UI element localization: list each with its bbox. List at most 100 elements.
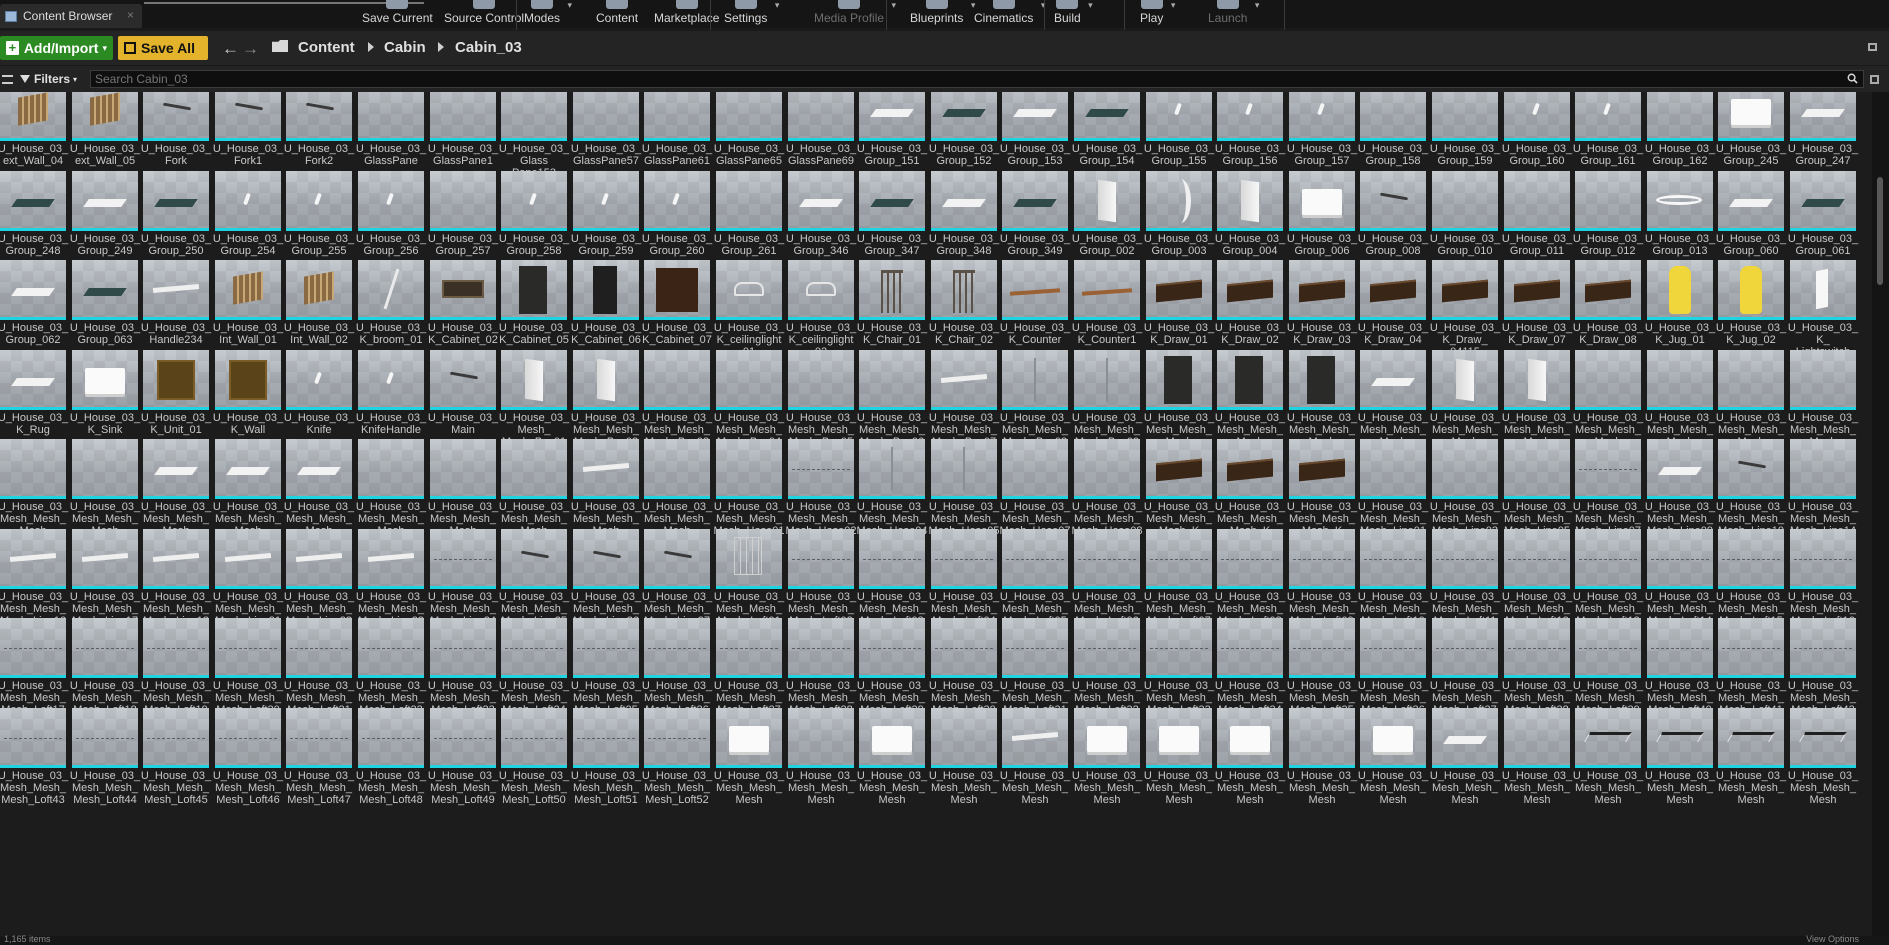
asset-thumbnail[interactable] bbox=[1289, 171, 1355, 231]
asset-thumbnail[interactable] bbox=[1146, 529, 1212, 589]
asset-tile[interactable]: U_House_03_ Mesh_Mesh_ Mesh bbox=[714, 708, 784, 816]
asset-thumbnail[interactable] bbox=[430, 171, 496, 231]
asset-thumbnail[interactable] bbox=[573, 350, 639, 410]
asset-thumbnail[interactable] bbox=[72, 92, 138, 141]
toolbar-settings-button[interactable]: Settings ▾ bbox=[724, 0, 779, 30]
asset-thumbnail[interactable] bbox=[0, 529, 66, 589]
asset-thumbnail[interactable] bbox=[1575, 92, 1641, 141]
asset-thumbnail[interactable] bbox=[1360, 171, 1426, 231]
asset-thumbnail[interactable] bbox=[931, 92, 997, 141]
asset-thumbnail[interactable] bbox=[644, 618, 710, 678]
asset-thumbnail[interactable] bbox=[72, 708, 138, 768]
asset-thumbnail[interactable] bbox=[1504, 350, 1570, 410]
asset-thumbnail[interactable] bbox=[430, 92, 496, 141]
asset-thumbnail[interactable] bbox=[501, 618, 567, 678]
asset-thumbnail[interactable] bbox=[1074, 708, 1140, 768]
asset-thumbnail[interactable] bbox=[1002, 92, 1068, 141]
add-import-button[interactable]: + Add/Import ▾ bbox=[0, 36, 113, 60]
asset-thumbnail[interactable] bbox=[1074, 529, 1140, 589]
asset-tile[interactable]: U_House_03_ Mesh_Mesh_ Mesh bbox=[1358, 708, 1428, 816]
asset-thumbnail[interactable] bbox=[1575, 708, 1641, 768]
asset-thumbnail[interactable] bbox=[358, 618, 424, 678]
asset-thumbnail[interactable] bbox=[72, 260, 138, 320]
asset-thumbnail[interactable] bbox=[0, 171, 66, 231]
asset-thumbnail[interactable] bbox=[1289, 708, 1355, 768]
toolbar-content-button[interactable]: Content bbox=[596, 0, 638, 30]
asset-thumbnail[interactable] bbox=[1504, 439, 1570, 499]
asset-tile[interactable]: U_House_03_ Mesh_Mesh_ Mesh bbox=[786, 708, 856, 816]
asset-thumbnail[interactable] bbox=[215, 171, 281, 231]
asset-thumbnail[interactable] bbox=[72, 171, 138, 231]
asset-thumbnail[interactable] bbox=[573, 439, 639, 499]
toolbar-media-profile-button[interactable]: Media Profile ▾ bbox=[814, 0, 896, 30]
asset-thumbnail[interactable] bbox=[0, 618, 66, 678]
asset-thumbnail[interactable] bbox=[1002, 439, 1068, 499]
asset-thumbnail[interactable] bbox=[1002, 260, 1068, 320]
chevron-down-icon[interactable]: ▾ bbox=[1171, 0, 1176, 11]
asset-thumbnail[interactable] bbox=[716, 92, 782, 141]
asset-thumbnail[interactable] bbox=[0, 350, 66, 410]
asset-thumbnail[interactable] bbox=[931, 171, 997, 231]
asset-thumbnail[interactable] bbox=[1790, 171, 1856, 231]
asset-thumbnail[interactable] bbox=[1146, 171, 1212, 231]
asset-thumbnail[interactable] bbox=[430, 708, 496, 768]
chevron-down-icon[interactable]: ▾ bbox=[892, 0, 897, 11]
content-browser-tab[interactable]: Content Browser × bbox=[0, 4, 142, 28]
asset-thumbnail[interactable] bbox=[1217, 439, 1283, 499]
asset-thumbnail[interactable] bbox=[859, 350, 925, 410]
asset-thumbnail[interactable] bbox=[286, 439, 352, 499]
asset-thumbnail[interactable] bbox=[788, 618, 854, 678]
asset-thumbnail[interactable] bbox=[1360, 350, 1426, 410]
asset-thumbnail[interactable] bbox=[1146, 439, 1212, 499]
asset-thumbnail[interactable] bbox=[644, 350, 710, 410]
asset-thumbnail[interactable] bbox=[1718, 529, 1784, 589]
asset-thumbnail[interactable] bbox=[501, 260, 567, 320]
asset-thumbnail[interactable] bbox=[1074, 171, 1140, 231]
lock-icon[interactable] bbox=[1868, 43, 1877, 51]
asset-thumbnail[interactable] bbox=[1647, 529, 1713, 589]
asset-thumbnail[interactable] bbox=[644, 92, 710, 141]
toolbar-launch-button[interactable]: Launch ▾ bbox=[1208, 0, 1259, 30]
asset-thumbnail[interactable] bbox=[1647, 708, 1713, 768]
asset-thumbnail[interactable] bbox=[143, 529, 209, 589]
chevron-down-icon[interactable]: ▾ bbox=[568, 0, 573, 11]
asset-thumbnail[interactable] bbox=[215, 618, 281, 678]
asset-thumbnail[interactable] bbox=[0, 439, 66, 499]
asset-thumbnail[interactable] bbox=[573, 529, 639, 589]
chevron-down-icon[interactable]: ▾ bbox=[775, 0, 780, 11]
asset-thumbnail[interactable] bbox=[1647, 439, 1713, 499]
asset-thumbnail[interactable] bbox=[859, 439, 925, 499]
asset-thumbnail[interactable] bbox=[573, 92, 639, 141]
asset-thumbnail[interactable] bbox=[931, 708, 997, 768]
asset-thumbnail[interactable] bbox=[215, 350, 281, 410]
asset-thumbnail[interactable] bbox=[788, 708, 854, 768]
asset-thumbnail[interactable] bbox=[501, 171, 567, 231]
asset-thumbnail[interactable] bbox=[143, 350, 209, 410]
asset-thumbnail[interactable] bbox=[1432, 260, 1498, 320]
toolbar-modes-button[interactable]: Modes ▾ bbox=[524, 0, 572, 30]
asset-thumbnail[interactable] bbox=[143, 92, 209, 141]
asset-thumbnail[interactable] bbox=[1360, 260, 1426, 320]
asset-thumbnail[interactable] bbox=[1432, 92, 1498, 141]
asset-thumbnail[interactable] bbox=[1718, 439, 1784, 499]
asset-thumbnail[interactable] bbox=[1217, 529, 1283, 589]
asset-thumbnail[interactable] bbox=[716, 260, 782, 320]
asset-thumbnail[interactable] bbox=[143, 618, 209, 678]
asset-thumbnail[interactable] bbox=[358, 260, 424, 320]
asset-thumbnail[interactable] bbox=[286, 171, 352, 231]
asset-thumbnail[interactable] bbox=[1718, 171, 1784, 231]
asset-thumbnail[interactable] bbox=[358, 439, 424, 499]
asset-thumbnail[interactable] bbox=[1146, 92, 1212, 141]
asset-thumbnail[interactable] bbox=[1790, 439, 1856, 499]
asset-thumbnail[interactable] bbox=[1718, 618, 1784, 678]
asset-tile[interactable]: U_House_03_ Mesh_Mesh_ Mesh bbox=[1000, 708, 1070, 816]
asset-thumbnail[interactable] bbox=[644, 708, 710, 768]
asset-thumbnail[interactable] bbox=[1146, 708, 1212, 768]
asset-thumbnail[interactable] bbox=[931, 618, 997, 678]
asset-thumbnail[interactable] bbox=[1504, 708, 1570, 768]
asset-thumbnail[interactable] bbox=[859, 708, 925, 768]
forward-arrow-icon[interactable]: → bbox=[242, 39, 259, 59]
asset-thumbnail[interactable] bbox=[1146, 350, 1212, 410]
asset-tile[interactable]: U_House_03_ Mesh_Mesh_ Mesh bbox=[1788, 708, 1858, 816]
asset-thumbnail[interactable] bbox=[931, 350, 997, 410]
